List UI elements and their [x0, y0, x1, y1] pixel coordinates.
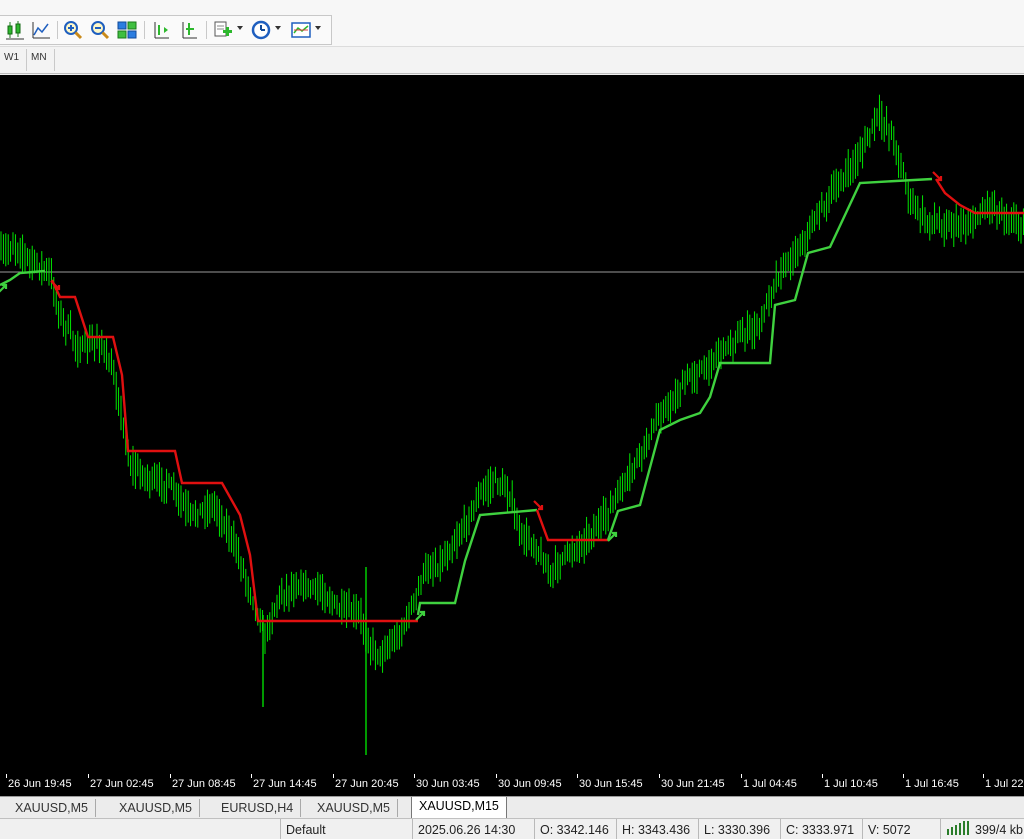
status-low: L: 3330.396 [698, 819, 784, 839]
status-volume: V: 5072 [862, 819, 942, 839]
status-traffic: 399/4 kb [940, 819, 1024, 839]
auto-scroll-icon[interactable] [177, 18, 201, 42]
time-axis-tick [251, 774, 252, 778]
time-axis-tick [170, 774, 171, 778]
tab-xauusd-m5-2[interactable]: XAUUSD,M5 [112, 799, 200, 817]
time-axis-tick [903, 774, 904, 778]
trend-line-segment [50, 279, 418, 623]
chart-tabs: XAUUSD,M5 XAUUSD,M5 EURUSD,H4 XAUUSD,M5 … [0, 796, 1024, 819]
buy-arrow-icon [0, 283, 8, 293]
templates-icon[interactable] [289, 18, 313, 42]
time-axis-tick [88, 774, 89, 778]
status-profile: Default [280, 819, 411, 839]
time-axis-label: 27 Jun 14:45 [253, 778, 317, 790]
time-axis-label: 1 Jul 04:45 [743, 778, 797, 790]
line-chart-icon[interactable] [29, 18, 53, 42]
time-axis-tick [822, 774, 823, 778]
trend-line-segment [0, 269, 46, 287]
time-axis-tick [414, 774, 415, 778]
time-axis-tick [496, 774, 497, 778]
time-axis-tick [577, 774, 578, 778]
candlesticks-icon[interactable] [3, 18, 27, 42]
time-axis-label: 1 Jul 22: [985, 778, 1024, 790]
tab-xauusd-m5-1[interactable]: XAUUSD,M5 [8, 799, 96, 817]
time-axis: 26 Jun 19:45 27 Jun 02:45 27 Jun 08:45 27 J… [0, 774, 1024, 796]
time-axis-tick [983, 774, 984, 778]
status-close: C: 3333.971 [780, 819, 866, 839]
time-axis-tick [741, 774, 742, 778]
time-axis-label: 30 Jun 09:45 [498, 778, 562, 790]
toolbar [0, 0, 1024, 47]
time-axis-label: 30 Jun 03:45 [416, 778, 480, 790]
time-axis-label: 27 Jun 20:45 [335, 778, 399, 790]
status-datetime: 2025.06.26 14:30 [412, 819, 538, 839]
tile-windows-icon[interactable] [115, 18, 139, 42]
time-axis-label: 1 Jul 10:45 [824, 778, 878, 790]
timeframes-toolbar: W1 MN [0, 47, 1024, 74]
sell-arrow-icon [533, 500, 544, 511]
time-axis-label: 30 Jun 21:45 [661, 778, 725, 790]
status-bar: Default 2025.06.26 14:30 O: 3342.146 H: … [0, 818, 1024, 839]
status-high: H: 3343.436 [616, 819, 702, 839]
time-axis-label: 27 Jun 08:45 [172, 778, 236, 790]
time-axis-tick [6, 774, 7, 778]
zoom-out-icon[interactable] [88, 18, 112, 42]
zoom-in-icon[interactable] [61, 18, 85, 42]
time-axis-label: 1 Jul 16:45 [905, 778, 959, 790]
chart-canvas[interactable] [0, 75, 1024, 774]
time-axis-label: 26 Jun 19:45 [8, 778, 72, 790]
connection-bars-icon [946, 820, 972, 839]
price-chart[interactable] [0, 75, 1024, 774]
periods-icon[interactable] [249, 18, 273, 42]
tab-xauusd-m15[interactable]: XAUUSD,M15 [411, 797, 507, 819]
tab-eurusd-h4[interactable]: EURUSD,H4 [214, 799, 302, 817]
chart-toolbar-group [0, 15, 332, 45]
timeframe-w1[interactable]: W1 [4, 52, 19, 63]
indicators-icon[interactable] [211, 18, 235, 42]
time-axis-tick [659, 774, 660, 778]
timeframe-mn[interactable]: MN [31, 52, 47, 63]
chart-shift-icon[interactable] [149, 18, 173, 42]
trend-line-segment [606, 177, 933, 541]
tab-xauusd-m5-3[interactable]: XAUUSD,M5 [310, 799, 398, 817]
status-open: O: 3342.146 [534, 819, 620, 839]
time-axis-label: 27 Jun 02:45 [90, 778, 154, 790]
time-axis-tick [333, 774, 334, 778]
time-axis-label: 30 Jun 15:45 [579, 778, 643, 790]
